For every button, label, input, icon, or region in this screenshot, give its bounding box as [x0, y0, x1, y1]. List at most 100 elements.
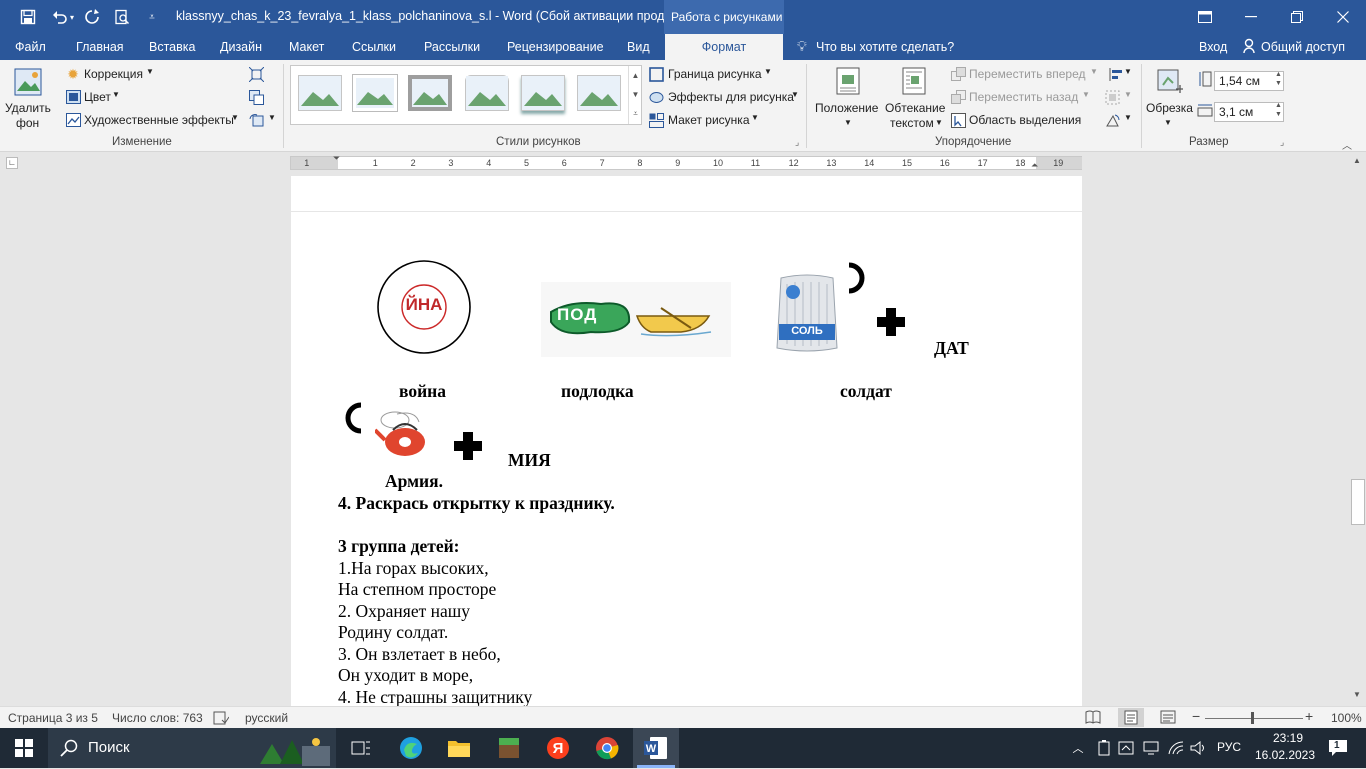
taskbar-search-box[interactable]: Поиск — [48, 728, 336, 768]
position-icon[interactable] — [834, 66, 862, 96]
picture-style-thumb[interactable] — [353, 75, 397, 111]
tab-insert[interactable]: Вставка — [149, 40, 195, 54]
picture-styles-gallery[interactable]: ▲ ▼ ⩡ — [290, 65, 642, 125]
picture-style-thumb[interactable] — [577, 75, 621, 111]
corrections-button[interactable]: Коррекция — [84, 67, 143, 81]
color-icon[interactable] — [65, 89, 81, 105]
width-input[interactable]: 3,1 см — [1214, 102, 1284, 122]
height-spinner[interactable]: ▲ ▼ — [1275, 70, 1282, 88]
read-mode-icon[interactable] — [1085, 710, 1101, 727]
file-explorer-icon[interactable] — [443, 734, 475, 762]
chrome-icon[interactable] — [591, 734, 623, 762]
wrap-text-button-2[interactable]: текстом — [890, 116, 934, 130]
ribbon-display-options-icon[interactable] — [1182, 0, 1228, 34]
tab-layout[interactable]: Макет — [289, 40, 324, 54]
clock-time[interactable]: 23:19 — [1258, 731, 1318, 745]
indent-marker[interactable]: ⏷ — [333, 153, 340, 164]
word-taskbar-button[interactable]: W — [633, 728, 679, 768]
zoom-slider[interactable] — [1205, 718, 1303, 719]
chevron-down-icon[interactable]: ▼ — [146, 67, 154, 76]
web-layout-icon[interactable] — [1160, 710, 1176, 727]
crop-button[interactable]: Обрезка — [1146, 101, 1193, 115]
position-button[interactable]: Положение — [815, 101, 878, 115]
color-button[interactable]: Цвет — [84, 90, 111, 104]
tab-design[interactable]: Дизайн — [220, 40, 262, 54]
remove-background-icon[interactable] — [12, 66, 44, 98]
scroll-down-icon[interactable]: ▼ — [1353, 690, 1361, 699]
gallery-scroll[interactable]: ▲ ▼ ⩡ — [628, 66, 642, 124]
clock-date[interactable]: 16.02.2023 — [1250, 748, 1320, 762]
picture-border-icon[interactable] — [648, 66, 664, 82]
edge-icon[interactable] — [395, 734, 427, 762]
tab-format[interactable]: Формат — [665, 34, 783, 60]
document-page[interactable]: ЙНА ПОД СОЛЬ ДАТ война подлодка солдат М… — [291, 212, 1082, 706]
dialog-launcher-icon[interactable]: ⌟ — [795, 137, 799, 148]
crop-icon[interactable] — [1154, 66, 1184, 96]
picture-effects-icon[interactable] — [648, 89, 664, 105]
right-indent-marker[interactable]: ⏶ — [1031, 160, 1038, 171]
height-input[interactable]: 1,54 см — [1214, 71, 1284, 91]
picture-style-thumb[interactable] — [298, 75, 342, 111]
salt-bag-picture[interactable]: СОЛЬ — [773, 274, 841, 354]
picture-effects-button[interactable]: Эффекты для рисунка — [668, 90, 794, 104]
zoom-slider-thumb[interactable] — [1251, 712, 1254, 724]
scrollbar-thumb[interactable] — [1351, 479, 1365, 525]
tab-review[interactable]: Рецензирование — [507, 40, 604, 54]
customize-qat-icon[interactable]: ⩡ — [140, 5, 164, 29]
input-language[interactable]: РУС — [1217, 740, 1241, 754]
chevron-down-icon[interactable]: ▼ — [1164, 118, 1172, 127]
width-spinner[interactable]: ▲ ▼ — [1275, 101, 1282, 119]
chevron-down-icon[interactable]: ▼ — [231, 113, 239, 122]
picture-style-thumb[interactable] — [465, 75, 509, 111]
tab-home[interactable]: Главная — [76, 40, 124, 54]
picture-style-thumb[interactable] — [408, 75, 452, 111]
windows-start-icon[interactable] — [8, 734, 40, 762]
artistic-effects-icon[interactable] — [65, 112, 81, 128]
horizontal-ruler[interactable]: 1 1 2 3 4 5 6 7 8 9 10 11 12 13 14 15 16 17 18 19 ⏷ ⏶ — [290, 153, 1082, 171]
language-indicator[interactable]: русский — [245, 711, 288, 725]
zoom-in-icon[interactable]: + — [1305, 708, 1313, 724]
change-picture-icon[interactable] — [248, 89, 264, 105]
plus-shape[interactable] — [454, 432, 482, 463]
chevron-down-icon[interactable]: ▼ — [1124, 113, 1132, 122]
restore-icon[interactable] — [1274, 0, 1320, 34]
kettle-picture[interactable] — [373, 410, 439, 458]
redo-icon[interactable] — [80, 5, 104, 29]
save-icon[interactable] — [16, 5, 40, 29]
collapse-ribbon-icon[interactable]: ︿ — [1342, 137, 1352, 152]
picture-border-button[interactable]: Граница рисунка — [668, 67, 762, 81]
scroll-up-icon[interactable]: ▲ — [1353, 156, 1361, 165]
word-count[interactable]: Число слов: 763 — [112, 711, 203, 725]
remove-background-label[interactable]: Удалить — [5, 101, 51, 115]
tell-me-search[interactable]: Что вы хотите сделать? — [816, 40, 954, 54]
tab-file[interactable]: Файл — [15, 40, 46, 54]
remove-background-label-2[interactable]: фон — [16, 116, 39, 130]
corrections-icon[interactable]: ✹ — [65, 66, 81, 82]
undo-dropdown-icon[interactable]: ▾ — [66, 5, 78, 29]
rotate-icon[interactable] — [1104, 112, 1120, 128]
chevron-down-icon[interactable]: ▼ — [1124, 67, 1132, 76]
tab-view[interactable]: Вид — [627, 40, 650, 54]
compress-pictures-icon[interactable] — [248, 66, 264, 82]
page-count[interactable]: Страница 3 из 5 — [8, 711, 98, 725]
plus-shape[interactable] — [877, 308, 905, 339]
minimize-icon[interactable] — [1228, 0, 1274, 34]
align-icon[interactable] — [1108, 66, 1124, 82]
share-button[interactable]: Общий доступ — [1261, 40, 1345, 54]
bracket-shape[interactable] — [344, 402, 364, 439]
picture-style-thumb[interactable] — [521, 75, 565, 111]
chevron-down-icon[interactable]: ▼ — [764, 67, 772, 76]
picture-layout-icon[interactable] — [648, 112, 664, 128]
chevron-down-icon[interactable]: ▼ — [112, 90, 120, 99]
vertical-scrollbar[interactable]: ▲ ▼ — [1350, 152, 1366, 706]
reset-picture-icon[interactable] — [248, 112, 264, 128]
chevron-down-icon[interactable]: ▼ — [935, 118, 943, 127]
chevron-down-icon[interactable]: ▼ — [268, 113, 276, 122]
chevron-down-icon[interactable]: ▼ — [791, 90, 799, 99]
zoom-out-icon[interactable]: − — [1192, 708, 1200, 724]
artistic-effects-button[interactable]: Художественные эффекты — [84, 113, 234, 127]
selection-pane-button[interactable]: Область выделения — [969, 113, 1081, 127]
chevron-down-icon[interactable]: ▼ — [844, 118, 852, 127]
zoom-level[interactable]: 100% — [1331, 711, 1362, 725]
wrap-text-icon[interactable] — [900, 66, 928, 96]
